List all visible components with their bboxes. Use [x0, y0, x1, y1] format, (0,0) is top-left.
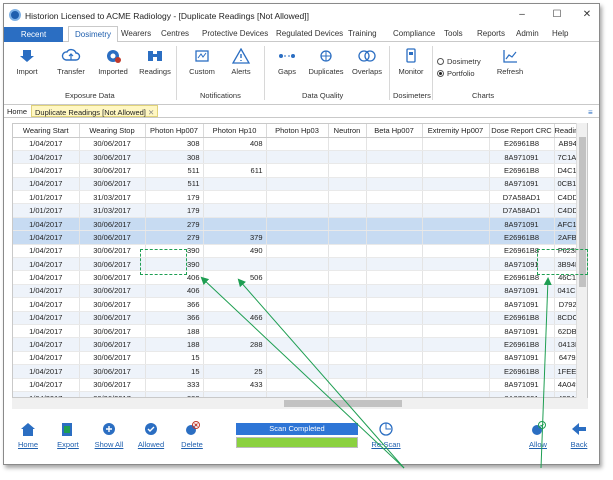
annotation-arrow — [200, 276, 405, 469]
annotation-arrow — [237, 278, 405, 469]
annotation-arrow — [540, 277, 552, 469]
annotation-arrows — [200, 276, 552, 469]
